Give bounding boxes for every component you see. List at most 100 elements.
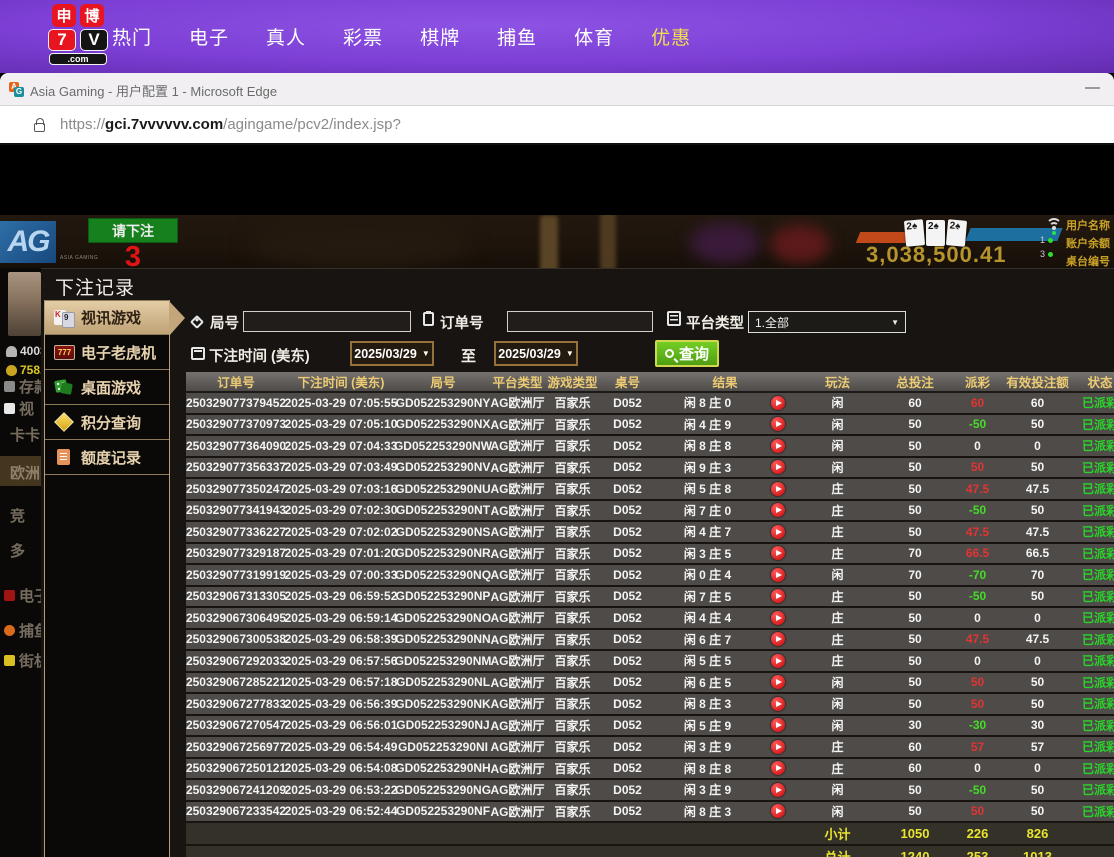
chevron-down-icon: ▼ [422, 349, 430, 358]
sidebar-item-积分查询[interactable]: 积分查询 [45, 405, 169, 440]
cell-bet-time: 2025-03-29 07:02:30 [286, 501, 396, 521]
cell-platform: AG欧洲厅 [490, 393, 545, 413]
cell-payout: 50 [950, 694, 1005, 714]
column-header-总投注: 总投注 [880, 372, 950, 391]
replay-play-icon[interactable] [771, 804, 785, 818]
replay-play-icon[interactable] [771, 675, 785, 689]
replay-play-icon[interactable] [771, 632, 785, 646]
replay-play-icon[interactable] [771, 417, 785, 431]
bet-records-modal: 下注记录 视讯游戏电子老虎机桌面游戏积分查询额度记录 局号 订单号 平台类型 1… [41, 268, 1114, 857]
cell-status: 已派彩 [1070, 565, 1114, 585]
replay-play-icon[interactable] [771, 783, 785, 797]
cell-replay [760, 522, 795, 542]
cell-bet-time: 2025-03-29 07:02:02 [286, 522, 396, 542]
cell-total-bet: 50 [880, 479, 950, 499]
nav-item-电子[interactable]: 电子 [189, 23, 229, 50]
seat-number: 3 [1040, 249, 1053, 259]
logo-seven: 7 [48, 29, 76, 51]
replay-play-icon[interactable] [771, 396, 785, 410]
replay-play-icon[interactable] [771, 525, 785, 539]
replay-play-icon[interactable] [771, 697, 785, 711]
cell-game-type: 百家乐 [545, 630, 600, 650]
cell-valid-bet: 47.5 [1005, 630, 1070, 650]
nav-item-真人[interactable]: 真人 [266, 23, 306, 50]
cell-result: 闲 7 庄 5 [655, 587, 760, 607]
cell-status: 已派彩 [1070, 802, 1114, 822]
sidebar-item-电子老虎机[interactable]: 电子老虎机 [45, 335, 169, 370]
nav-item-体育[interactable]: 体育 [574, 23, 614, 50]
replay-play-icon[interactable] [771, 654, 785, 668]
replay-play-icon[interactable] [771, 482, 785, 496]
table-row: 2503290673005382025-03-29 06:58:39GD0522… [186, 630, 1114, 650]
cell-result: 闲 9 庄 3 [655, 458, 760, 478]
nav-item-捕鱼[interactable]: 捕鱼 [497, 23, 537, 50]
cell-game-type: 百家乐 [545, 608, 600, 628]
replay-play-icon[interactable] [771, 611, 785, 625]
cell-result: 闲 4 庄 9 [655, 415, 760, 435]
replay-play-icon[interactable] [771, 761, 785, 775]
sidebar-item-额度记录[interactable]: 额度记录 [45, 440, 169, 475]
cell-round-no: GD052253290NU [396, 479, 490, 499]
cell-total-bet: 60 [880, 393, 950, 413]
date-from-picker[interactable]: 2025/03/29 ▼ [350, 341, 434, 366]
search-button[interactable]: 查询 [655, 340, 719, 367]
sidebar-item-桌面游戏[interactable]: 桌面游戏 [45, 370, 169, 405]
replay-play-icon[interactable] [771, 460, 785, 474]
logo-char-bo: 博 [80, 4, 104, 27]
wifi-icon [1044, 218, 1064, 232]
round-no-input[interactable] [243, 311, 411, 332]
replay-play-icon[interactable] [771, 718, 785, 732]
cell-game-type: 百家乐 [545, 802, 600, 822]
date-to-picker[interactable]: 2025/03/29 ▼ [494, 341, 578, 366]
url-text[interactable]: https://gci.7vvvvvv.com/agingame/pcv2/in… [60, 116, 401, 133]
lobby-menu-label: 竞 [10, 505, 25, 526]
sidebar-item-label: 额度记录 [81, 447, 141, 468]
cell-table-no: D052 [600, 501, 655, 521]
cell-status: 已派彩 [1070, 673, 1114, 693]
cell-table-no: D052 [600, 737, 655, 757]
replay-play-icon[interactable] [771, 568, 785, 582]
cell-payout: 50 [950, 673, 1005, 693]
cell-total-bet: 50 [880, 802, 950, 822]
lobby-menu-item: 捕鱼王 [4, 620, 41, 641]
cell-bet-time: 2025-03-29 06:54:08 [286, 759, 396, 779]
nav-item-优惠[interactable]: 优惠 [651, 23, 691, 50]
minimize-button[interactable]: — [1085, 79, 1100, 96]
cell-result: 闲 8 庄 3 [655, 694, 760, 714]
site-logo[interactable]: 申 博 7 V .com [47, 4, 109, 65]
cell-total-bet: 50 [880, 587, 950, 607]
table-row: 2503290672920332025-03-29 06:57:56GD0522… [186, 651, 1114, 671]
order-no-input[interactable] [507, 311, 653, 332]
replay-play-icon[interactable] [771, 589, 785, 603]
column-header-游戏类型: 游戏类型 [545, 372, 600, 391]
column-header-局号: 局号 [396, 372, 490, 391]
cell-total-bet: 60 [880, 759, 950, 779]
subtotal-row-payout: 226 [950, 823, 1005, 844]
cell-platform: AG欧洲厅 [490, 802, 545, 822]
cell-play-type: 闲 [795, 716, 880, 736]
replay-play-icon[interactable] [771, 546, 785, 560]
order-no-label: 订单号 [440, 312, 484, 333]
cell-platform: AG欧洲厅 [490, 522, 545, 542]
replay-play-icon[interactable] [771, 503, 785, 517]
cell-table-no: D052 [600, 759, 655, 779]
cell-play-type: 闲 [795, 673, 880, 693]
cell-total-bet: 50 [880, 694, 950, 714]
replay-play-icon[interactable] [771, 439, 785, 453]
nav-item-热门[interactable]: 热门 [112, 23, 152, 50]
cell-total-bet: 30 [880, 716, 950, 736]
sidebar-item-视讯游戏[interactable]: 视讯游戏 [45, 300, 169, 335]
cell-total-bet: 50 [880, 780, 950, 800]
cell-payout: 57 [950, 737, 1005, 757]
cell-replay [760, 436, 795, 456]
platform-type-select[interactable]: 1.全部 ▼ [748, 311, 906, 333]
cell-table-no: D052 [600, 673, 655, 693]
nav-item-彩票[interactable]: 彩票 [343, 23, 383, 50]
nav-item-棋牌[interactable]: 棋牌 [420, 23, 460, 50]
cell-bet-time: 2025-03-29 06:59:52 [286, 587, 396, 607]
replay-play-icon[interactable] [771, 740, 785, 754]
table-body: 2503290773794522025-03-29 07:05:55GD0522… [186, 393, 1114, 857]
cell-result: 闲 0 庄 4 [655, 565, 760, 585]
address-bar[interactable]: https://gci.7vvvvvv.com/agingame/pcv2/in… [0, 106, 1114, 145]
cell-total-bet: 70 [880, 544, 950, 564]
